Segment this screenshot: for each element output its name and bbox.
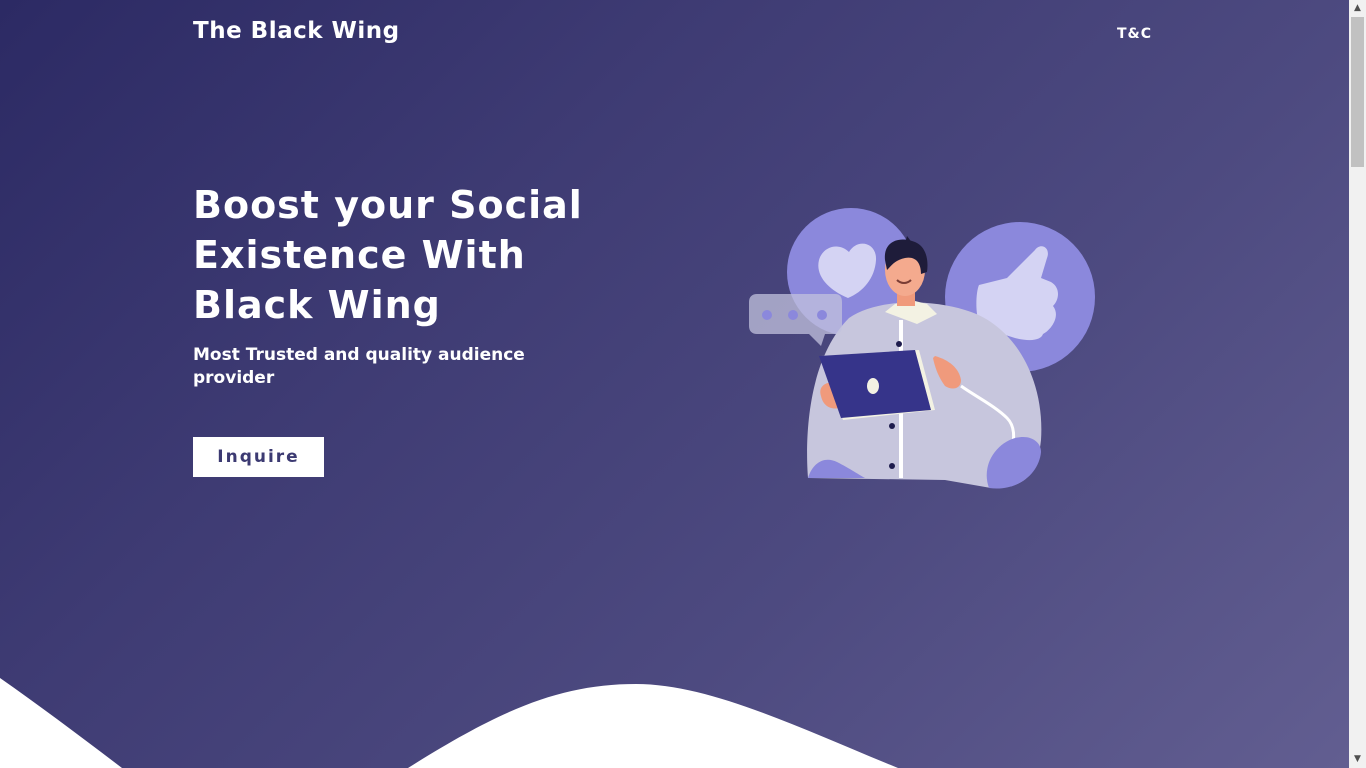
chat-bubble-icon <box>749 294 842 346</box>
brand-logo-text[interactable]: The Black Wing <box>193 18 400 44</box>
hero-subtitle: Most Trusted and quality audience provid… <box>193 345 525 388</box>
social-media-illustration <box>749 208 1095 489</box>
hero-title: Boost your Social Existence With Black W… <box>193 183 583 327</box>
scroll-down-arrow-icon[interactable]: ▼ <box>1349 751 1366 768</box>
vertical-scrollbar[interactable]: ▲ ▼ <box>1349 0 1366 768</box>
scroll-thumb[interactable] <box>1351 17 1364 167</box>
inquire-button[interactable]: Inquire <box>193 437 324 477</box>
hero-section: The Black Wing T&C Boost your Social Exi… <box>0 0 1349 768</box>
scroll-up-arrow-icon[interactable]: ▲ <box>1349 0 1366 17</box>
bottom-wave-divider <box>0 678 898 768</box>
nav-link-terms[interactable]: T&C <box>1117 26 1152 42</box>
